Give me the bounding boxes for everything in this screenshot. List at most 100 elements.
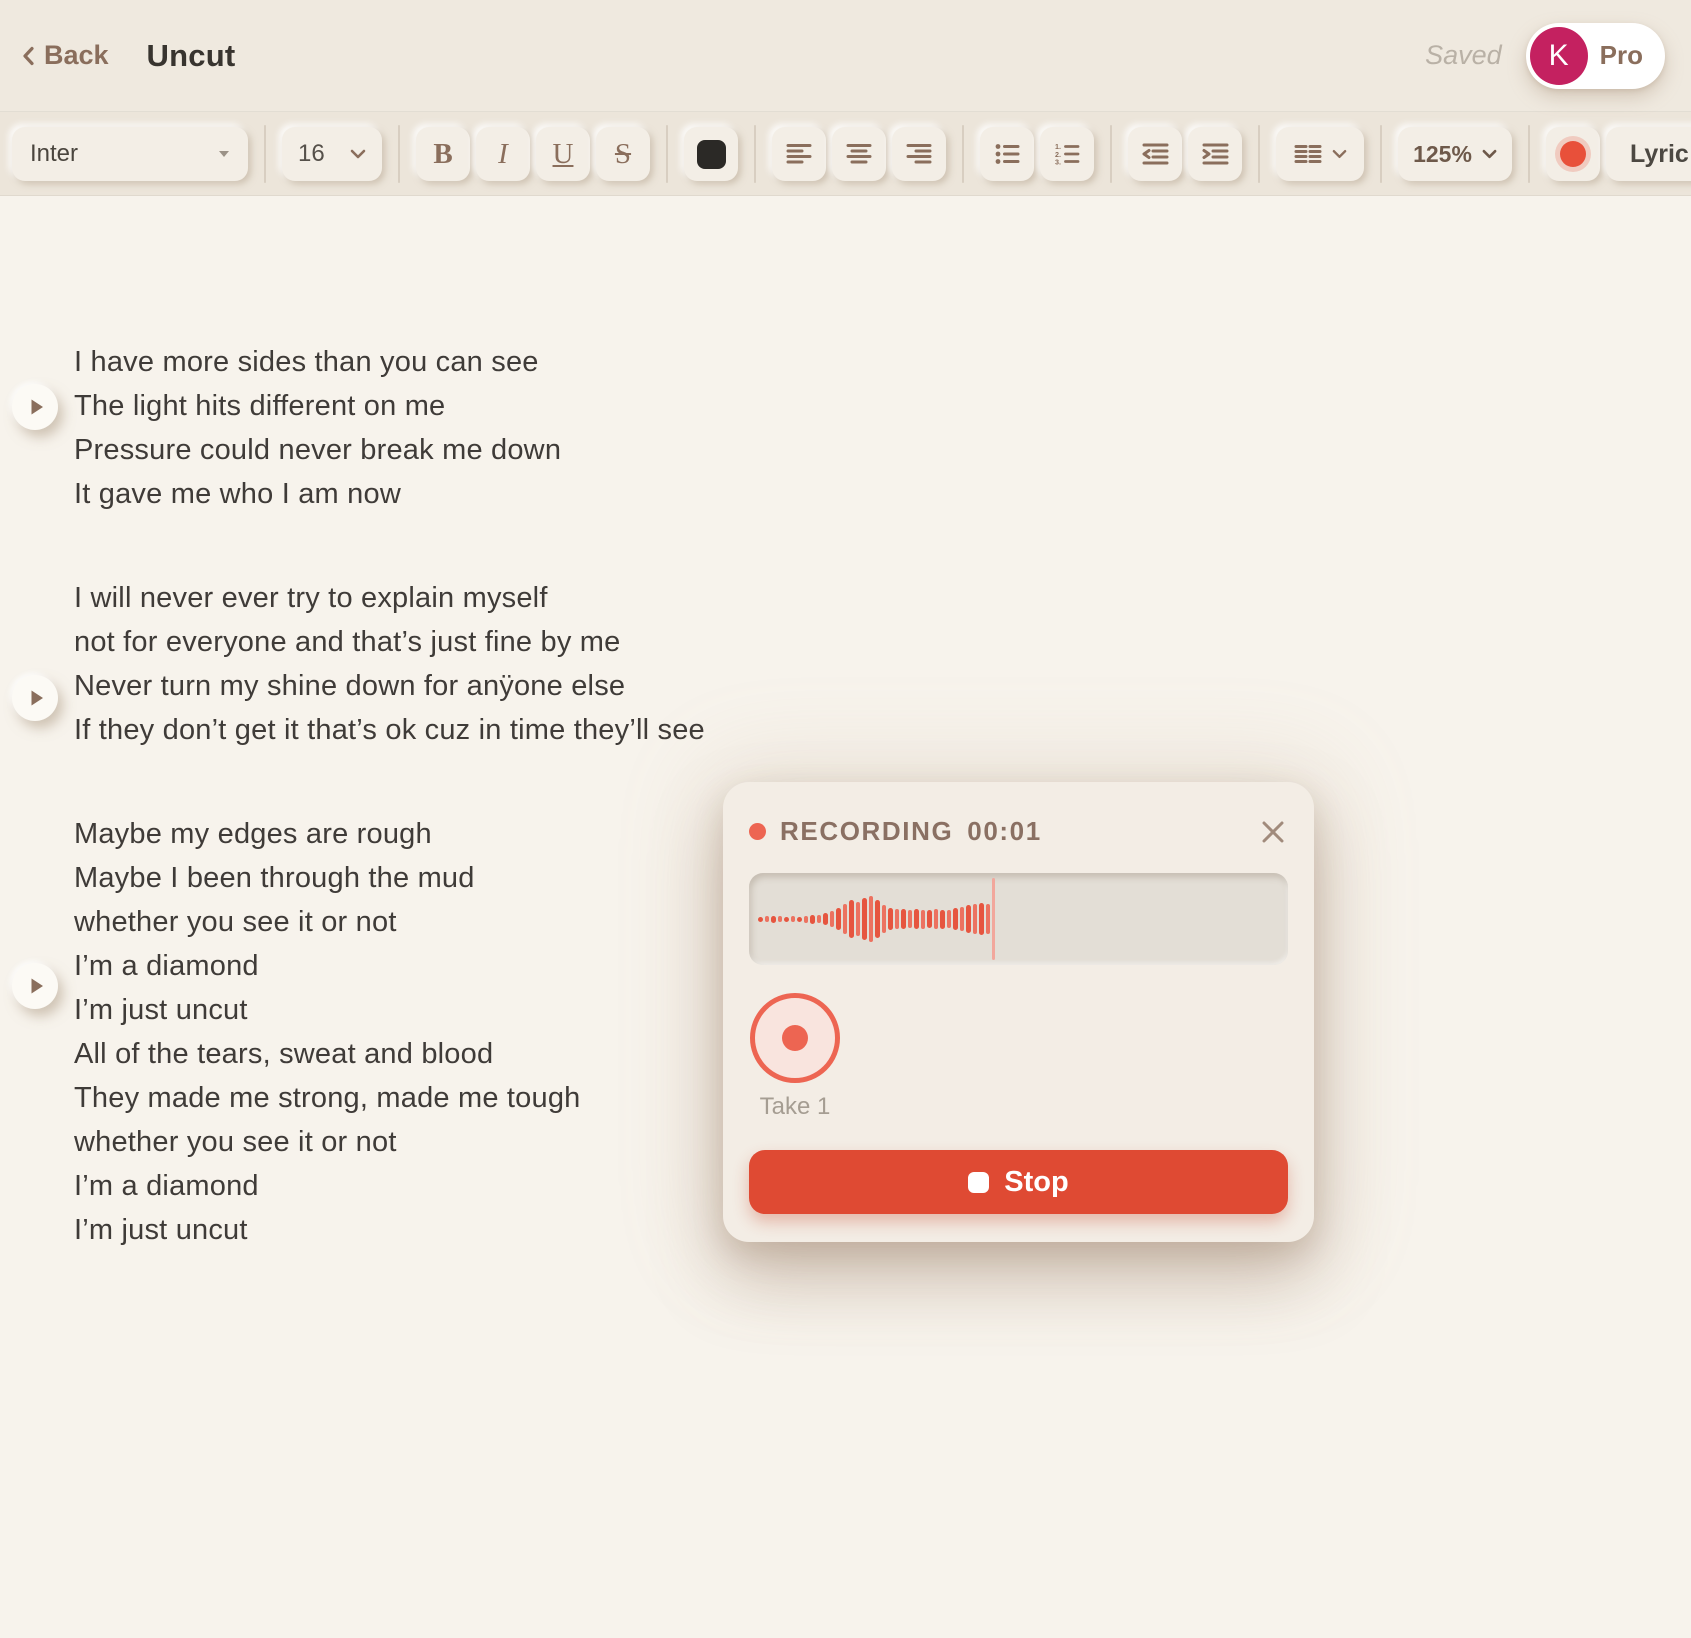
lyric-line[interactable]: Never turn my shine down for anÿone else (74, 664, 1651, 708)
strikethrough-button[interactable]: S (596, 127, 650, 181)
align-center-icon (846, 143, 872, 165)
recording-panel: RECORDING 00:01 Take 1 Stop (723, 782, 1314, 1242)
align-left-icon (786, 143, 812, 165)
avatar: K (1530, 27, 1588, 85)
chevron-left-icon (22, 46, 35, 66)
indent-icon (1202, 143, 1229, 165)
waveform-bars (758, 873, 990, 965)
back-label: Back (44, 40, 109, 71)
toolbar-divider (1258, 125, 1260, 183)
toolbar-divider (398, 125, 400, 183)
bold-button[interactable]: B (416, 127, 470, 181)
takes-row: Take 1 (749, 993, 1288, 1121)
bullet-list-button[interactable] (980, 127, 1034, 181)
outdent-button[interactable] (1128, 127, 1182, 181)
record-icon (1560, 141, 1586, 167)
indent-button[interactable] (1188, 127, 1242, 181)
waveform-bar (947, 910, 952, 928)
waveform-bar (771, 916, 776, 923)
text-color-button[interactable] (684, 127, 738, 181)
waveform-bar (849, 900, 854, 938)
waveform-bar (979, 903, 984, 935)
recording-status: RECORDING (780, 816, 953, 847)
close-recorder-button[interactable] (1258, 817, 1288, 847)
strikethrough-label: S (615, 138, 631, 171)
verse-play-button[interactable] (12, 963, 58, 1009)
toolbar-divider (666, 125, 668, 183)
toolbar-divider (962, 125, 964, 183)
verse-play-button[interactable] (12, 384, 58, 430)
lyric-writer-app: Back Uncut Saved K Pro Inter 16 (0, 0, 1691, 1638)
toolbar-divider (754, 125, 756, 183)
verse-play-button[interactable] (12, 675, 58, 721)
columns-layout-select[interactable] (1276, 127, 1364, 181)
chevron-down-icon (1482, 149, 1497, 159)
lyric-line[interactable]: Pressure could never break me down (74, 428, 1651, 472)
waveform-bar (927, 910, 932, 928)
back-button[interactable]: Back (22, 40, 109, 71)
waveform-bar (817, 915, 822, 923)
lyric-line[interactable]: I have more sides than you can see (74, 340, 1651, 384)
font-size-select[interactable]: 16 (282, 127, 382, 181)
header-right: Saved K Pro (1425, 23, 1665, 89)
waveform-bar (765, 916, 770, 922)
waveform-bar (921, 910, 926, 929)
numbered-list-icon: 1. 2. 3. (1055, 143, 1080, 165)
stop-recording-button[interactable]: Stop (749, 1150, 1288, 1214)
account-button[interactable]: K Pro (1526, 23, 1665, 89)
waveform-bar (810, 915, 815, 924)
waveform-bar (875, 900, 880, 938)
stop-icon (968, 1172, 989, 1193)
verse-lines: I will never ever try to explain myselfn… (74, 576, 1651, 752)
italic-button[interactable]: I (476, 127, 530, 181)
toolbar-divider (1380, 125, 1382, 183)
lyric-tools-button[interactable]: Lyric Tools (1606, 127, 1691, 181)
recording-time: 00:01 (967, 816, 1042, 847)
waveform-bar (888, 908, 893, 930)
font-family-select[interactable]: Inter (12, 127, 248, 181)
chevron-down-icon (1332, 149, 1347, 159)
waveform-bar (960, 907, 965, 931)
align-left-button[interactable] (772, 127, 826, 181)
waveform-bar (784, 917, 789, 922)
waveform-bar (966, 905, 971, 933)
bullet-list-icon (995, 143, 1020, 165)
stop-label: Stop (1004, 1166, 1068, 1199)
columns-icon (1294, 144, 1322, 164)
toolbar-divider (1528, 125, 1530, 183)
lyric-line[interactable]: It gave me who I am now (74, 472, 1651, 516)
take-item[interactable]: Take 1 (749, 993, 841, 1121)
verse: I have more sides than you can seeThe li… (74, 340, 1651, 516)
lyric-line[interactable]: I will never ever try to explain myself (74, 576, 1651, 620)
lyric-line[interactable]: If they don’t get it that’s ok cuz in ti… (74, 708, 1651, 752)
chevron-down-icon (350, 149, 366, 159)
zoom-level-value: 125% (1413, 141, 1472, 168)
formatting-toolbar: Inter 16 B I U S (0, 112, 1691, 196)
align-center-button[interactable] (832, 127, 886, 181)
record-button[interactable] (1546, 127, 1600, 181)
waveform-bar (862, 898, 867, 940)
waveform-bar (953, 908, 958, 930)
zoom-level-select[interactable]: 125% (1398, 127, 1512, 181)
verse-lines: I have more sides than you can seeThe li… (74, 340, 1651, 516)
waveform-bar (940, 910, 945, 929)
waveform-playhead (992, 878, 995, 960)
toolbar-divider (264, 125, 266, 183)
numbered-list-button[interactable]: 1. 2. 3. (1040, 127, 1094, 181)
waveform-bar (895, 909, 900, 929)
take-record-dot (782, 1025, 808, 1051)
take-record-icon (750, 993, 840, 1083)
waveform-bar (823, 913, 828, 925)
lyric-line[interactable]: The light hits different on me (74, 384, 1651, 428)
page-title: Uncut (147, 38, 236, 74)
recording-dot-icon (749, 823, 766, 840)
underline-button[interactable]: U (536, 127, 590, 181)
waveform-bar (804, 916, 809, 923)
waveform-bar (882, 905, 887, 933)
lyric-line[interactable]: not for everyone and that’s just fine by… (74, 620, 1651, 664)
align-right-button[interactable] (892, 127, 946, 181)
waveform-bar (843, 904, 848, 934)
header-left: Back Uncut (22, 38, 235, 74)
waveform-bar (869, 896, 874, 942)
waveform-bar (973, 904, 978, 934)
